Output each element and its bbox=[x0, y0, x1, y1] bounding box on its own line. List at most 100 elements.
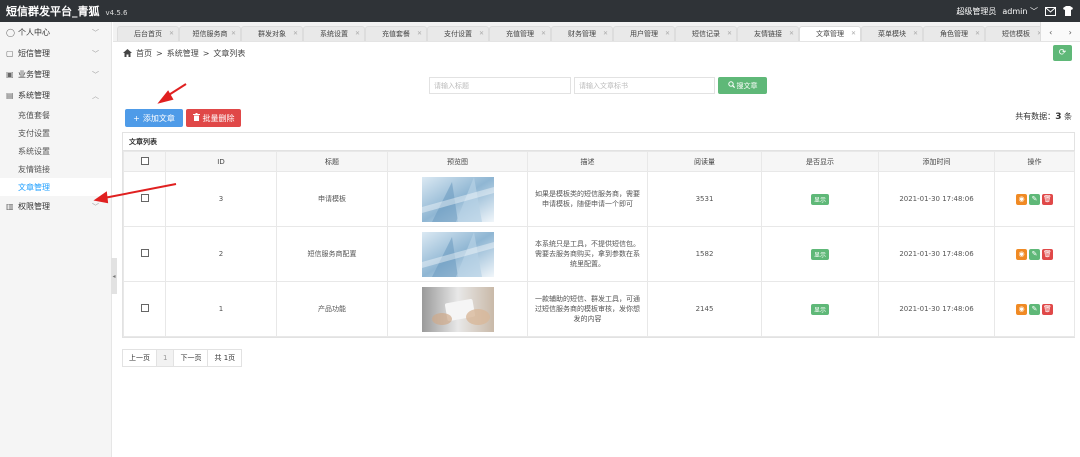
search-button-label: 搜文章 bbox=[736, 81, 758, 90]
table-row: 2 短信服务商配置 本系统只是工具，不提供短信包。需要去服务商购买，拿到参数在系… bbox=[123, 226, 1075, 282]
delete-button[interactable]: 🗑 bbox=[1042, 303, 1053, 315]
tab-role-management[interactable]: 角色管理 ✕ bbox=[923, 26, 985, 41]
user-role: 超级管理员 bbox=[956, 6, 997, 16]
batch-delete-label: 批量删除 bbox=[202, 113, 235, 123]
close-icon[interactable]: ✕ bbox=[913, 30, 918, 37]
chevron-right-icon[interactable]: › bbox=[1069, 28, 1072, 37]
tab-label: 充值管理 bbox=[506, 30, 534, 38]
prev-page-button[interactable]: 上一页 bbox=[123, 350, 157, 366]
visible-badge: 显示 bbox=[810, 248, 829, 260]
user-menu[interactable]: admin ﹀ bbox=[1002, 6, 1038, 17]
batch-delete-button[interactable]: 批量删除 bbox=[186, 109, 241, 127]
sidebar-item-label: 系统管理 bbox=[18, 91, 50, 100]
chevron-left-icon[interactable]: ‹ bbox=[1049, 28, 1052, 37]
tab-label: 支付设置 bbox=[444, 30, 472, 38]
column-header-actions: 操作 bbox=[994, 151, 1075, 172]
tab-sms-template[interactable]: 短信模板✕ bbox=[985, 26, 1047, 41]
delete-button[interactable]: 🗑 bbox=[1042, 248, 1053, 260]
tab-user-management[interactable]: 用户管理 ✕ bbox=[613, 26, 675, 41]
tab-label: 后台首页 bbox=[134, 30, 162, 38]
close-icon[interactable]: ✕ bbox=[293, 30, 298, 37]
delete-button[interactable]: 🗑 bbox=[1042, 193, 1053, 205]
tab-friend-links[interactable]: 友情链接 ✕ bbox=[737, 26, 799, 41]
sidebar-item-sms-management[interactable]: ▢ 短信管理 ﹀ bbox=[0, 43, 111, 64]
sidebar-item-permission-management[interactable]: ▥ 权限管理 ﹀ bbox=[0, 196, 111, 217]
edit-button[interactable]: ✎ bbox=[1029, 248, 1040, 260]
tab-scroll-controls: ‹ › bbox=[1040, 22, 1080, 41]
select-all-checkbox[interactable] bbox=[140, 156, 149, 165]
cell-actions: ◉ ✎ 🗑 bbox=[994, 171, 1075, 227]
total-unit: 条 bbox=[1064, 112, 1072, 121]
tab-label: 角色管理 bbox=[940, 30, 968, 38]
close-icon[interactable]: ✕ bbox=[541, 30, 546, 37]
close-icon[interactable]: ✕ bbox=[665, 30, 670, 37]
close-icon[interactable]: ✕ bbox=[231, 30, 236, 37]
tab-finance-management[interactable]: 财务管理 ✕ bbox=[551, 26, 613, 41]
close-icon[interactable]: ✕ bbox=[603, 30, 608, 37]
sidebar-subitem-recharge-package[interactable]: 充值套餐 bbox=[0, 106, 111, 124]
sidebar-item-personal-center[interactable]: ◯ 个人中心 ﹀ bbox=[0, 22, 111, 43]
article-table-panel: 文章列表 ID 标题 预览图 描述 阅读量 是否显示 添加时间 操作 3 申请模… bbox=[122, 132, 1075, 338]
sidebar-subitem-article-management[interactable]: 文章管理 bbox=[0, 178, 111, 196]
close-icon[interactable]: ✕ bbox=[355, 30, 360, 37]
column-header-visible: 是否显示 bbox=[761, 151, 879, 172]
search-icon bbox=[727, 81, 735, 90]
sidebar-subitem-friend-links[interactable]: 友情链接 bbox=[0, 160, 111, 178]
breadcrumb-home[interactable]: 首页 bbox=[136, 48, 152, 59]
close-icon[interactable]: ✕ bbox=[417, 30, 422, 37]
view-button[interactable]: ◉ bbox=[1016, 303, 1027, 315]
pencil-icon: ✎ bbox=[1031, 305, 1038, 313]
tab-sms-records[interactable]: 短信记录 ✕ bbox=[675, 26, 737, 41]
article-tag-search-input[interactable]: 请输入文章标书 bbox=[574, 77, 715, 94]
current-page: 1 bbox=[157, 350, 175, 366]
close-icon[interactable]: ✕ bbox=[727, 30, 732, 37]
pencil-icon: ✎ bbox=[1031, 250, 1038, 258]
row-checkbox[interactable] bbox=[140, 194, 149, 202]
close-icon[interactable]: ✕ bbox=[851, 30, 856, 37]
tab-recharge-package[interactable]: 充值套餐 ✕ bbox=[365, 26, 427, 41]
row-checkbox[interactable] bbox=[140, 249, 149, 257]
tab-label: 短信服务商 bbox=[192, 30, 228, 38]
sidebar-item-label: 短信管理 bbox=[18, 49, 50, 58]
cell-created-time: 2021-01-30 17:48:06 bbox=[878, 171, 995, 227]
sidebar-item-system-management[interactable]: ▤ 系统管理 ︿ bbox=[0, 85, 111, 106]
sidebar-item-business-management[interactable]: ▣ 业务管理 ﹀ bbox=[0, 64, 111, 85]
tab-system-settings[interactable]: 系统设置 ✕ bbox=[303, 26, 365, 41]
cell-views: 2145 bbox=[647, 281, 762, 337]
tab-dashboard[interactable]: 后台首页 ✕ bbox=[117, 26, 179, 41]
tab-sms-provider[interactable]: 短信服务商 ✕ bbox=[179, 26, 241, 41]
tab-group-targets[interactable]: 群发对象 ✕ bbox=[241, 26, 303, 41]
cell-id: 3 bbox=[165, 171, 277, 227]
close-icon[interactable]: ✕ bbox=[169, 30, 174, 37]
select-all-cell bbox=[123, 151, 166, 172]
edit-button[interactable]: ✎ bbox=[1029, 303, 1040, 315]
close-icon[interactable]: ✕ bbox=[789, 30, 794, 37]
row-checkbox[interactable] bbox=[140, 304, 149, 312]
add-article-button[interactable]: + 添加文章 bbox=[125, 109, 183, 127]
tab-label: 短信记录 bbox=[692, 30, 720, 38]
sidebar-collapse-handle[interactable]: ◂ bbox=[111, 258, 117, 294]
tab-recharge-management[interactable]: 充值管理 ✕ bbox=[489, 26, 551, 41]
sidebar-item-label: 权限管理 bbox=[18, 202, 50, 211]
sidebar-subitem-payment-settings[interactable]: 支付设置 bbox=[0, 124, 111, 142]
mail-icon[interactable] bbox=[1044, 5, 1056, 17]
refresh-button[interactable]: ⟳ bbox=[1053, 45, 1072, 61]
sidebar-subitem-system-settings[interactable]: 系统设置 bbox=[0, 142, 111, 160]
tab-article-management[interactable]: 文章管理 ✕ bbox=[799, 26, 861, 41]
next-page-button[interactable]: 下一页 bbox=[174, 350, 209, 366]
table-header-row: ID 标题 预览图 描述 阅读量 是否显示 添加时间 操作 bbox=[123, 151, 1075, 172]
eye-icon: ◉ bbox=[1018, 250, 1025, 258]
search-articles-button[interactable]: 搜文章 bbox=[718, 77, 767, 94]
close-icon[interactable]: ✕ bbox=[479, 30, 484, 37]
view-button[interactable]: ◉ bbox=[1016, 248, 1027, 260]
tab-payment-settings[interactable]: 支付设置 ✕ bbox=[427, 26, 489, 41]
theme-shirt-icon[interactable] bbox=[1062, 5, 1074, 17]
title-search-input[interactable]: 请输入标题 bbox=[429, 77, 571, 94]
tab-menu-module[interactable]: 菜单模块 ✕ bbox=[861, 26, 923, 41]
close-icon[interactable]: ✕ bbox=[975, 30, 980, 37]
cell-visible: 显示 bbox=[761, 171, 879, 227]
view-button[interactable]: ◉ bbox=[1016, 193, 1027, 205]
breadcrumb-system-management[interactable]: 系统管理 bbox=[167, 48, 199, 59]
edit-button[interactable]: ✎ bbox=[1029, 193, 1040, 205]
tab-label: 财务管理 bbox=[568, 30, 596, 38]
